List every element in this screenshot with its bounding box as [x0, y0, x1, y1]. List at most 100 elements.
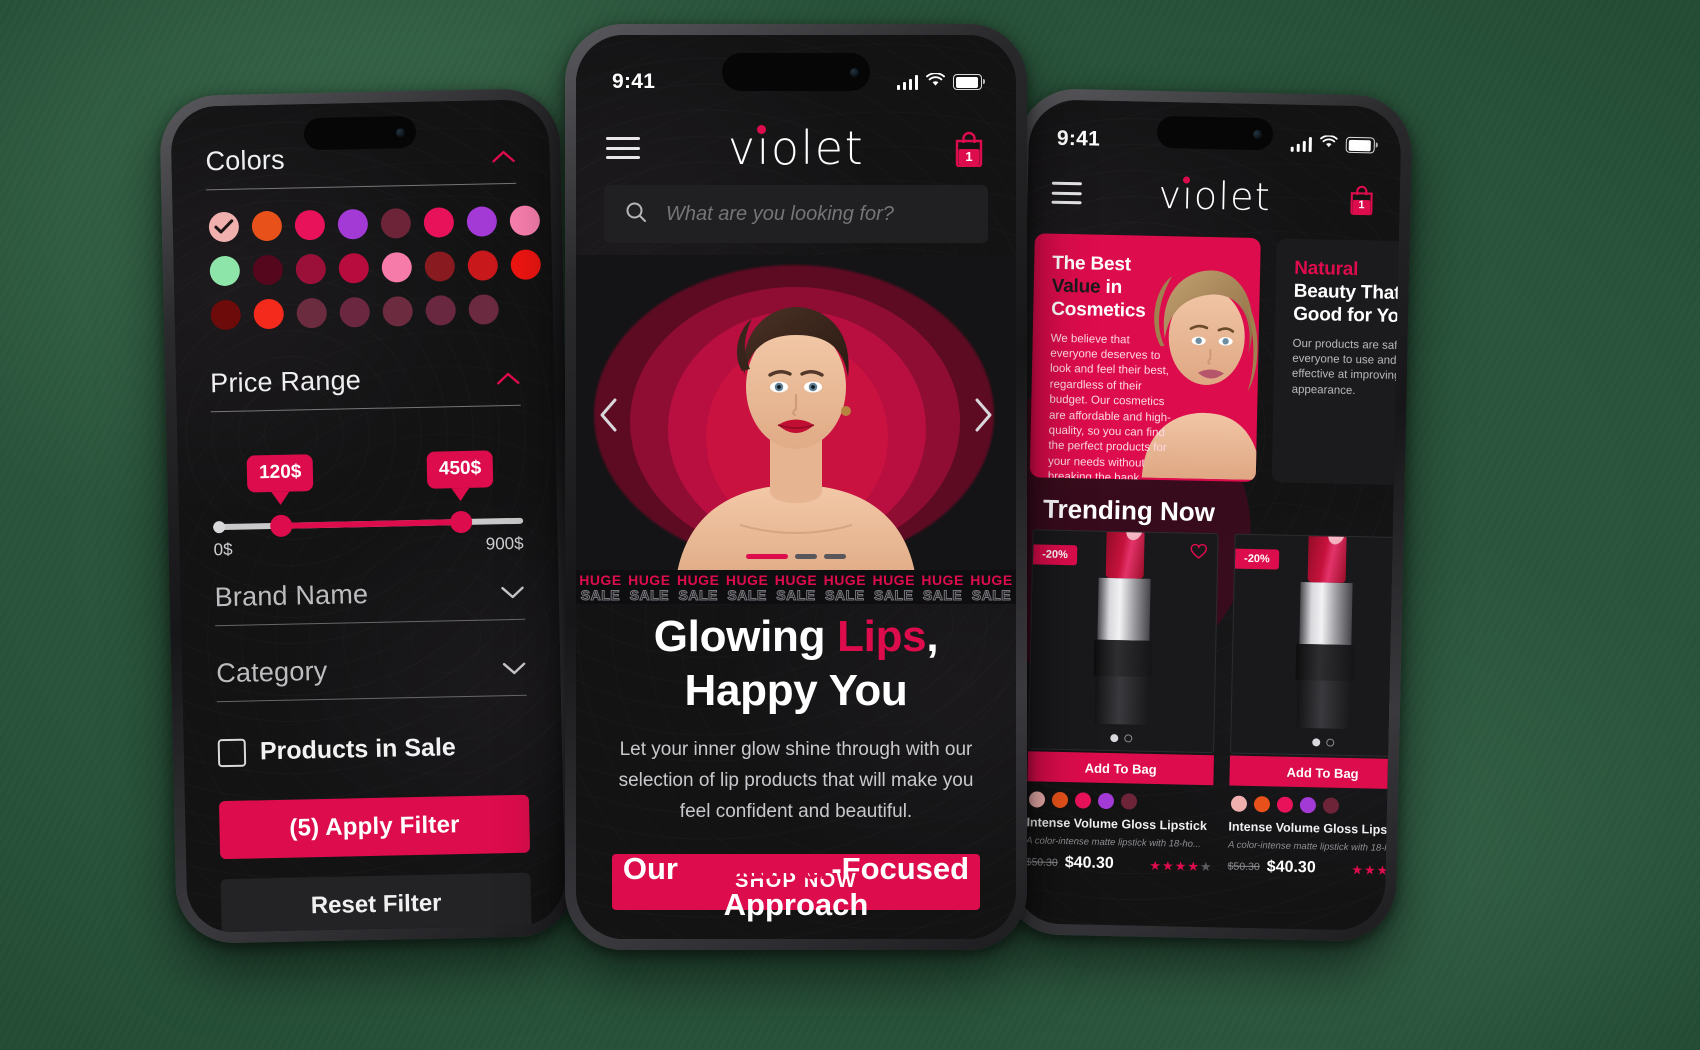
divider [215, 618, 526, 627]
promo-carousel[interactable]: The Best Value in Cosmetics We believe t… [1022, 233, 1402, 487]
filter-section-price-header[interactable]: Price Range [210, 362, 521, 399]
color-swatch[interactable] [468, 294, 500, 325]
chevron-down-icon[interactable] [502, 660, 526, 674]
lipstick-base [1093, 639, 1153, 677]
product-color-swatch[interactable] [1322, 797, 1340, 814]
color-swatch[interactable] [467, 250, 499, 281]
heart-icon[interactable] [1392, 548, 1402, 568]
filter-section-brand-header[interactable]: Brand Name [214, 576, 525, 613]
color-swatch[interactable] [510, 249, 542, 280]
carousel-dot[interactable] [824, 554, 846, 559]
promo-card-value[interactable]: The Best Value in Cosmetics We believe t… [1029, 233, 1261, 483]
product-image-dots[interactable] [1312, 738, 1335, 747]
rating-star: ★ [1161, 857, 1174, 874]
color-swatch[interactable] [423, 207, 455, 238]
product-old-price: $50.30 [1025, 856, 1058, 870]
ticker-word-huge: HUGE [872, 571, 915, 588]
apply-filter-button[interactable]: (5) Apply Filter [218, 794, 531, 860]
product-color-swatch[interactable] [1120, 793, 1138, 810]
color-swatch[interactable] [294, 209, 326, 241]
color-swatch[interactable] [382, 296, 414, 327]
chevron-up-icon[interactable] [496, 370, 520, 384]
search-bar[interactable] [604, 185, 988, 243]
colors-section-title: Colors [205, 144, 286, 177]
product-color-swatch[interactable] [1299, 797, 1317, 814]
slider-fill [281, 519, 462, 529]
slider-knob-min[interactable] [270, 514, 293, 538]
price-range-slider[interactable]: 120$ 450$ 0$ 900$ [212, 450, 524, 576]
product-swatch-row[interactable] [1027, 791, 1213, 811]
product-swatch-row[interactable] [1229, 795, 1402, 816]
product-card[interactable]: -20% Add To Bag Intense Volume Gloss Lipst… [1227, 533, 1402, 880]
product-card[interactable]: -20% Add To Bag Intense Volume Gloss Lipst… [1025, 529, 1219, 875]
color-swatch[interactable] [295, 253, 327, 285]
products-in-sale-row[interactable]: Products in Sale [217, 732, 529, 767]
color-swatch[interactable] [210, 299, 242, 331]
reset-filter-button[interactable]: Reset Filter [220, 872, 532, 933]
color-swatch[interactable] [252, 254, 284, 286]
carousel-dot[interactable] [746, 554, 788, 559]
color-swatch[interactable] [337, 208, 369, 240]
color-swatch[interactable] [424, 251, 456, 282]
color-swatch[interactable] [380, 208, 412, 239]
filter-section-category-header[interactable]: Category [216, 652, 527, 689]
shopping-bag-icon[interactable]: 1 [1347, 183, 1376, 216]
shopping-bag-icon[interactable]: 1 [952, 129, 986, 168]
chevron-down-icon[interactable] [500, 584, 524, 598]
color-swatch[interactable] [338, 252, 370, 284]
product-color-swatch[interactable] [1074, 792, 1092, 809]
hero-title-line2: Happy You [684, 665, 908, 715]
color-swatch[interactable] [381, 252, 413, 283]
product-color-swatch[interactable] [1028, 791, 1046, 808]
product-color-swatch[interactable] [1230, 795, 1248, 812]
add-to-bag-button[interactable]: Add To Bag [1229, 755, 1402, 790]
carousel-dots[interactable] [746, 554, 846, 559]
hero-title-part-c: , [926, 612, 939, 661]
hero-model-image [676, 307, 916, 575]
ticker-item: HUGE SALE [625, 571, 674, 603]
product-image-dot[interactable] [1124, 734, 1133, 743]
product-image-dot[interactable] [1326, 738, 1335, 747]
chevron-up-icon[interactable] [491, 148, 515, 162]
color-swatch[interactable] [339, 296, 371, 328]
add-to-bag-button[interactable]: Add To Bag [1027, 751, 1214, 786]
color-swatch[interactable] [466, 206, 498, 237]
color-swatch[interactable] [208, 211, 240, 243]
product-image-dot[interactable] [1110, 734, 1119, 743]
product-image-dot[interactable] [1312, 738, 1321, 747]
ticker-word-huge: HUGE [628, 571, 671, 588]
chevron-right-icon[interactable] [972, 396, 994, 434]
heart-icon[interactable] [1190, 543, 1208, 564]
product-new-price: $40.30 [1064, 854, 1114, 873]
carousel-dot[interactable] [795, 554, 817, 559]
promo-card-text: The Best Value in Cosmetics We believe t… [1030, 233, 1195, 482]
hero-carousel[interactable] [576, 255, 1016, 575]
product-image[interactable]: -20% [1230, 533, 1402, 758]
search-input[interactable] [664, 201, 968, 227]
promo-card-natural[interactable]: Natural Beauty That's Good for You Our p… [1271, 238, 1402, 487]
lipstick-barrel [1097, 577, 1151, 641]
color-swatch[interactable] [509, 205, 541, 236]
product-color-swatch[interactable] [1097, 792, 1115, 810]
color-swatch[interactable] [296, 297, 328, 329]
product-color-swatch[interactable] [1276, 796, 1294, 813]
color-swatch[interactable] [253, 298, 285, 330]
products-in-sale-checkbox[interactable] [217, 738, 247, 767]
color-swatch[interactable] [425, 295, 457, 326]
color-swatch-grid[interactable] [208, 205, 542, 331]
product-color-swatch[interactable] [1051, 791, 1069, 809]
product-color-swatch[interactable] [1253, 796, 1271, 813]
slider-track[interactable] [213, 510, 524, 538]
right-screen: 9:41 violet 1 The Best Value in Cosmetic… [1012, 99, 1402, 931]
ticker-word-huge: HUGE [725, 571, 769, 588]
color-swatch[interactable] [251, 210, 283, 242]
product-image-dots[interactable] [1110, 734, 1133, 743]
product-image[interactable]: -20% [1028, 529, 1219, 754]
promo-title: The Best Value in Cosmetics [1051, 252, 1180, 324]
color-swatch[interactable] [209, 255, 241, 287]
hamburger-menu-icon[interactable] [606, 137, 640, 159]
ticker-word-sale: SALE [580, 586, 621, 603]
slider-knob-max[interactable] [449, 510, 473, 534]
chevron-left-icon[interactable] [598, 396, 620, 434]
hamburger-menu-icon[interactable] [1051, 181, 1082, 205]
